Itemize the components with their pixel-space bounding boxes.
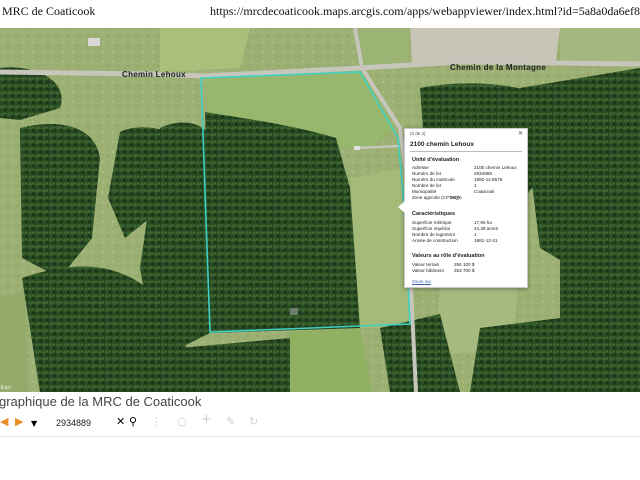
section-heading-unite: Unité d'évaluation xyxy=(412,157,460,163)
app-subtitle: graphique de la MRC de Coaticook xyxy=(0,394,202,409)
edit-icon[interactable]: ✎ xyxy=(226,416,235,428)
search-icon[interactable]: ⚲ xyxy=(129,416,137,428)
satellite-imagery[interactable] xyxy=(0,28,640,392)
arrow-left-icon[interactable]: ◀ xyxy=(0,416,8,428)
parcel-popup: (2 de 2) ✕ 2100 chemin Lehoux Unité d'év… xyxy=(398,128,528,288)
refresh-icon[interactable]: ↻ xyxy=(249,416,258,428)
app-subtitle-bar: graphique de la MRC de Coaticook xyxy=(0,392,640,412)
locate-icon[interactable]: ○ xyxy=(177,416,187,428)
plus-icon[interactable]: + xyxy=(201,413,212,426)
map-view[interactable]: Chemin Lehoux Chemin de la Montagne Esri… xyxy=(0,28,640,392)
road-label-lehoux: Chemin Lehoux xyxy=(122,70,186,79)
close-icon[interactable]: ✕ xyxy=(518,130,523,137)
toolbar-divider xyxy=(0,436,640,437)
window-title: MRC de Coaticook xyxy=(2,4,96,18)
road-label-montagne: Chemin de la Montagne xyxy=(450,63,547,72)
popup-pager[interactable]: (2 de 2) xyxy=(410,131,426,136)
map-attribution: Esri xyxy=(1,385,11,391)
arrow-right-icon[interactable]: ▶ xyxy=(15,416,23,428)
clear-icon[interactable]: ✕ xyxy=(116,416,125,428)
browser-title-bar: MRC de Coaticook https://mrcdecoaticook.… xyxy=(0,0,640,28)
search-toolbar: ◀ ▶ ▼ ✕ ⚲ ⋮ ○ + ✎ ↻ xyxy=(0,412,640,434)
section-heading-caracteristiques: Caractéristiques xyxy=(412,211,456,217)
caret-down-icon[interactable]: ▼ xyxy=(31,418,37,430)
popup-title: 2100 chemin Lehoux xyxy=(410,141,522,152)
zoom-to-link[interactable]: Zoom sur xyxy=(412,279,431,284)
more-icon[interactable]: ⋮ xyxy=(151,416,162,428)
section-heading-valeurs: Valeurs au rôle d'évaluation xyxy=(412,253,485,259)
address-url[interactable]: https://mrcdecoaticook.maps.arcgis.com/a… xyxy=(210,4,640,19)
